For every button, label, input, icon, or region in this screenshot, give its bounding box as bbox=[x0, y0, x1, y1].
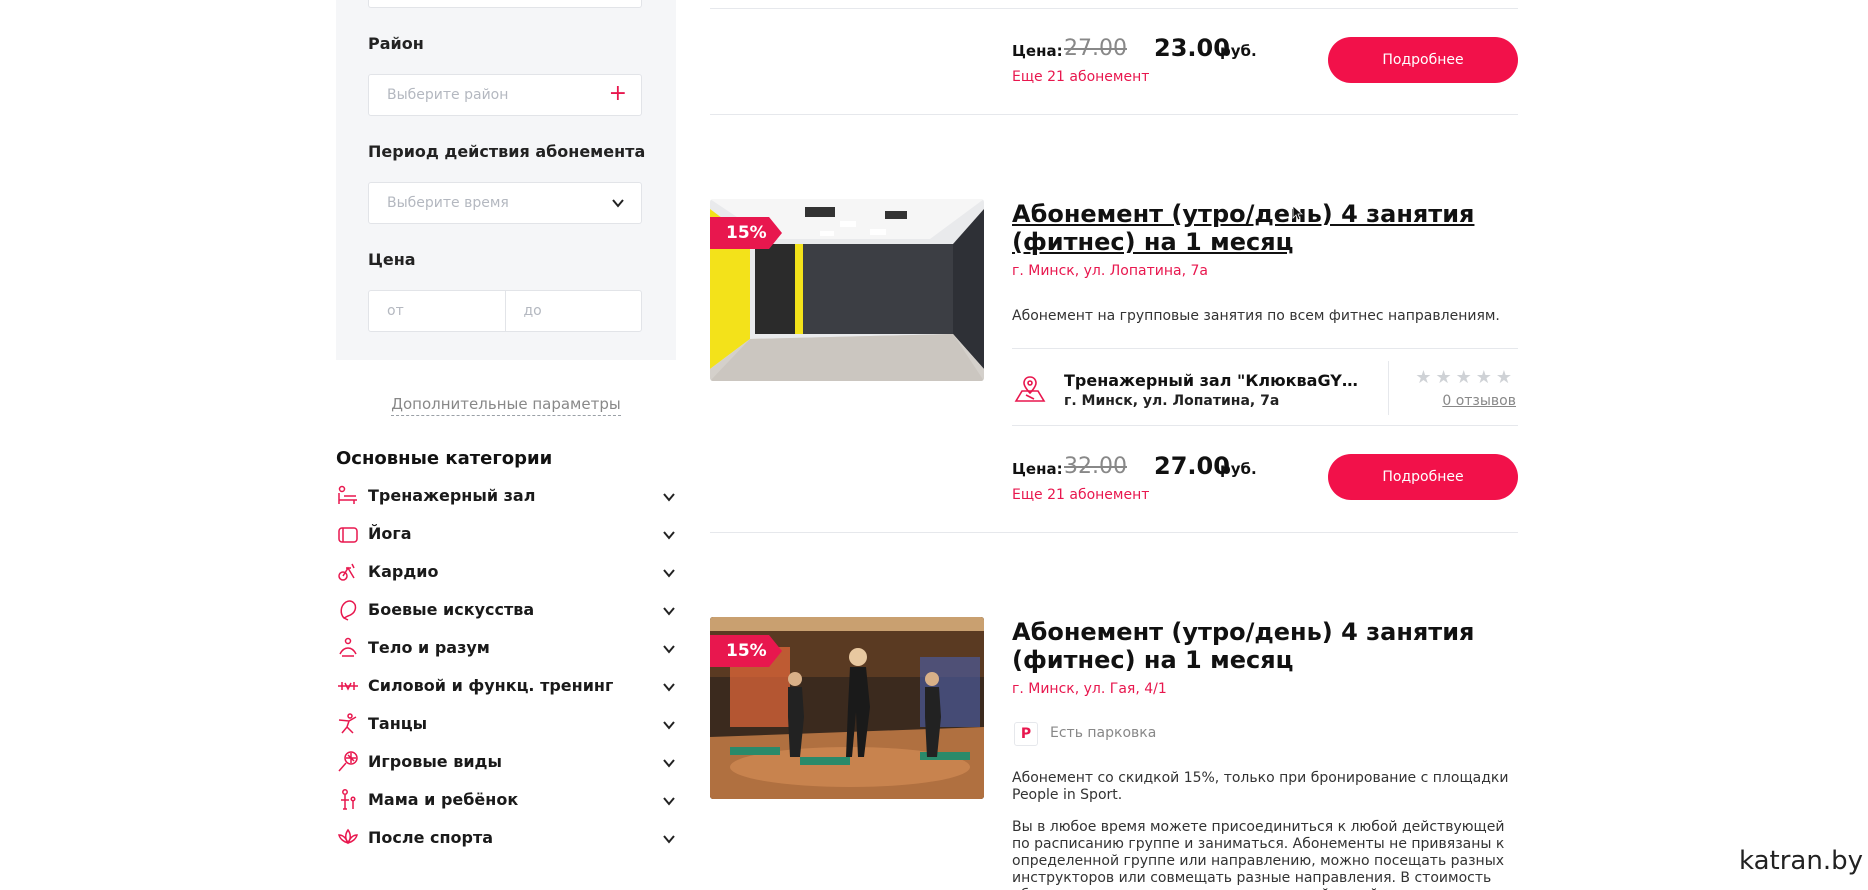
price-range: от до bbox=[368, 290, 642, 332]
listing-divider bbox=[710, 8, 1518, 9]
listing-divider bbox=[710, 532, 1518, 533]
category-strength[interactable]: Силовой и функц. тренинг bbox=[336, 672, 676, 702]
old-price: 27.00 bbox=[1064, 36, 1127, 61]
filter-panel: Район Выберите район + Период действия а… bbox=[336, 0, 676, 360]
dancer-icon bbox=[338, 713, 357, 734]
more-params-link[interactable]: Дополнительные параметры bbox=[391, 395, 621, 416]
category-cardio[interactable]: Кардио bbox=[336, 558, 676, 588]
listing-address[interactable]: г. Минск, ул. Лопатина, 7а bbox=[1012, 263, 1208, 279]
listing-photo[interactable]: 15% bbox=[710, 199, 984, 381]
category-games[interactable]: Игровые виды bbox=[336, 748, 676, 778]
club-address: г. Минск, ул. Лопатина, 7а bbox=[1064, 393, 1280, 409]
lotus-icon bbox=[338, 828, 358, 845]
boxing-glove-icon bbox=[340, 600, 357, 621]
category-label: Кардио bbox=[368, 562, 439, 581]
yoga-mat-icon bbox=[338, 527, 358, 543]
chevron-down-icon[interactable] bbox=[662, 718, 676, 732]
listing-description: Абонемент со скидкой 15%, только при бро… bbox=[1012, 770, 1509, 803]
more-params-wrapper: Дополнительные параметры bbox=[336, 394, 676, 416]
kettlebell-icon bbox=[338, 682, 358, 691]
category-after-sport[interactable]: После спорта bbox=[336, 824, 676, 854]
price-label: Цена bbox=[368, 250, 416, 269]
meditation-icon bbox=[339, 637, 357, 657]
chevron-down-icon[interactable] bbox=[662, 490, 676, 504]
district-placeholder: Выберите район bbox=[387, 87, 509, 103]
details-button[interactable]: Подробнее bbox=[1328, 37, 1518, 83]
category-label: После спорта bbox=[368, 828, 494, 847]
previous-filter-field[interactable] bbox=[368, 0, 642, 8]
category-martial-arts[interactable]: Боевые искусства bbox=[336, 596, 676, 626]
parking-label: Есть парковка bbox=[1050, 725, 1157, 741]
category-label: Йога bbox=[368, 524, 412, 543]
price-label: Цена: bbox=[1012, 460, 1063, 478]
listing-description: Абонемент на групповые занятия по всем ф… bbox=[1012, 308, 1500, 324]
discount-badge: 15% bbox=[710, 635, 782, 667]
chevron-down-icon[interactable] bbox=[662, 604, 676, 618]
new-price: 27.00 bbox=[1154, 452, 1230, 480]
chevron-down-icon[interactable] bbox=[662, 832, 676, 846]
club-info: Тренажерный зал "КлюкваGYM" (ул... г. Ми… bbox=[1012, 348, 1518, 426]
listing-photo[interactable]: 15% bbox=[710, 617, 984, 799]
chevron-down-icon[interactable] bbox=[662, 528, 676, 542]
listing-divider bbox=[710, 114, 1518, 115]
category-label: Силовой и функц. тренинг bbox=[368, 676, 614, 695]
price-label: Цена: bbox=[1012, 42, 1063, 60]
club-name[interactable]: Тренажерный зал "КлюкваGYM" (ул... bbox=[1064, 371, 1364, 390]
price-to-placeholder: до bbox=[523, 303, 542, 319]
currency: руб. bbox=[1220, 460, 1257, 478]
price-from-input[interactable]: от bbox=[369, 291, 505, 331]
tennis-racket-icon bbox=[338, 751, 358, 772]
currency: руб. bbox=[1220, 42, 1257, 60]
old-price: 32.00 bbox=[1064, 454, 1127, 479]
listing-title[interactable]: Абонемент (утро/день) 4 занятия (фитнес)… bbox=[1012, 618, 1482, 674]
divider bbox=[1388, 361, 1389, 415]
mother-child-icon bbox=[341, 789, 356, 810]
category-label: Танцы bbox=[368, 714, 428, 733]
categories-title: Основные категории bbox=[336, 448, 553, 469]
price-to-input[interactable]: до bbox=[504, 291, 642, 331]
chevron-down-icon bbox=[612, 199, 624, 208]
chevron-down-icon[interactable] bbox=[662, 756, 676, 770]
category-dance[interactable]: Танцы bbox=[336, 710, 676, 740]
category-label: Тренажерный зал bbox=[368, 486, 536, 505]
discount-badge: 15% bbox=[710, 217, 782, 249]
more-subscriptions[interactable]: Еще 21 абонемент bbox=[1012, 487, 1149, 503]
category-mom-child[interactable]: Мама и ребёнок bbox=[336, 786, 676, 816]
district-select[interactable]: Выберите район + bbox=[368, 74, 642, 116]
period-label: Период действия абонемента bbox=[368, 142, 646, 161]
category-label: Игровые виды bbox=[368, 752, 502, 771]
period-select[interactable]: Выберите время bbox=[368, 182, 642, 224]
cursor-icon bbox=[1292, 205, 1304, 221]
period-placeholder: Выберите время bbox=[387, 195, 509, 211]
details-button[interactable]: Подробнее bbox=[1328, 454, 1518, 500]
watermark: katran.by bbox=[1739, 846, 1863, 876]
chevron-down-icon[interactable] bbox=[662, 680, 676, 694]
exercise-bike-icon bbox=[338, 563, 355, 581]
price-from-placeholder: от bbox=[387, 303, 404, 319]
category-label: Тело и разум bbox=[368, 638, 490, 657]
category-yoga[interactable]: Йога bbox=[336, 520, 676, 550]
category-gym[interactable]: Тренажерный зал bbox=[336, 482, 676, 512]
district-label: Район bbox=[368, 34, 424, 53]
more-subscriptions[interactable]: Еще 21 абонемент bbox=[1012, 69, 1149, 85]
new-price: 23.00 bbox=[1154, 34, 1230, 62]
chevron-down-icon[interactable] bbox=[662, 566, 676, 580]
plus-icon[interactable]: + bbox=[609, 83, 627, 105]
category-body-mind[interactable]: Тело и разум bbox=[336, 634, 676, 664]
listing-title[interactable]: Абонемент (утро/день) 4 занятия (фитнес)… bbox=[1012, 200, 1482, 256]
rating-stars: ★★★★★ bbox=[1415, 367, 1516, 388]
category-label: Мама и ребёнок bbox=[368, 790, 519, 809]
category-label: Боевые искусства bbox=[368, 600, 535, 619]
reviews-link[interactable]: 0 отзывов bbox=[1442, 393, 1516, 409]
chevron-down-icon[interactable] bbox=[662, 642, 676, 656]
listing-address[interactable]: г. Минск, ул. Гая, 4/1 bbox=[1012, 681, 1167, 697]
chevron-down-icon[interactable] bbox=[662, 794, 676, 808]
map-pin-icon bbox=[1014, 376, 1046, 402]
gym-bench-icon bbox=[338, 485, 357, 504]
parking-icon: P bbox=[1014, 722, 1038, 746]
listing-description-extended: Вы в любое время можете присоединиться к… bbox=[1012, 819, 1505, 890]
